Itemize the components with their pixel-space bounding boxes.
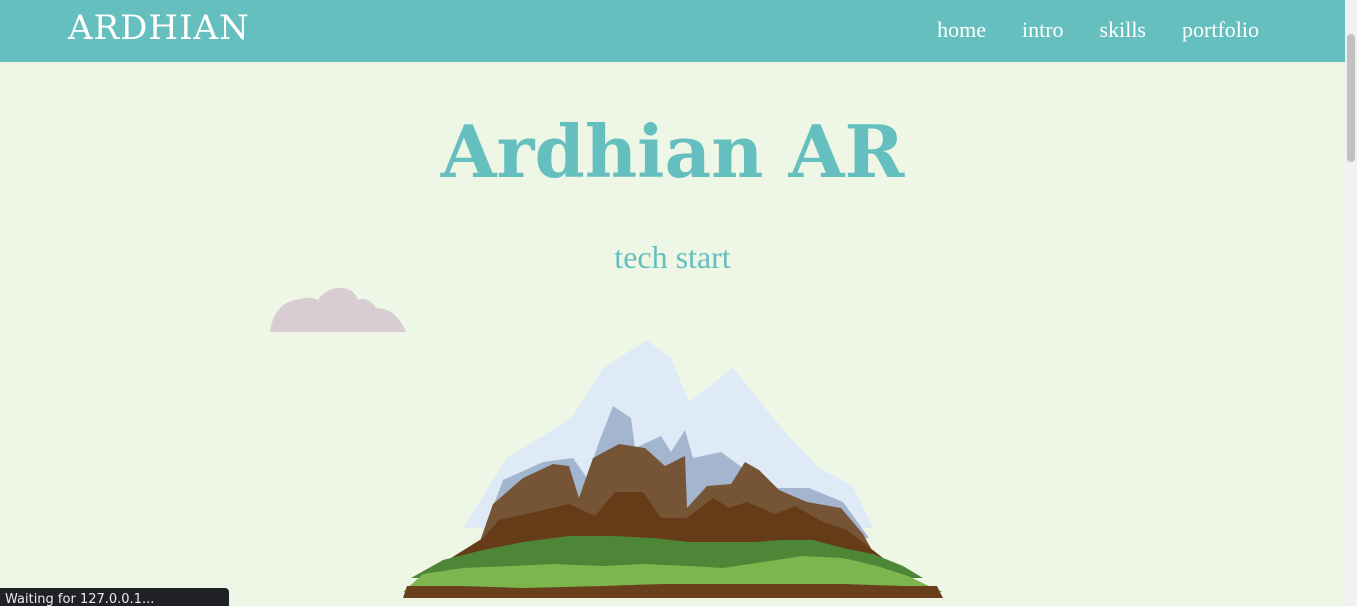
nav-link-portfolio[interactable]: portfolio — [1182, 14, 1259, 46]
nav-link-intro[interactable]: intro — [1022, 14, 1064, 46]
mountain-icon — [403, 340, 943, 598]
nav-link-home[interactable]: home — [937, 14, 986, 46]
vertical-scrollbar[interactable] — [1345, 0, 1357, 606]
hero-title: Ardhian AR — [440, 109, 905, 194]
brand-logo[interactable]: ARDHIAN — [68, 8, 250, 48]
top-navbar: ARDHIAN home intro skills portfolio — [0, 0, 1345, 62]
nav-links: home intro skills portfolio — [937, 14, 1259, 46]
page: ARDHIAN home intro skills portfolio Ardh… — [0, 0, 1357, 606]
browser-status-bar: Waiting for 127.0.0.1... — [0, 588, 229, 606]
cloud-icon — [270, 288, 406, 332]
nav-link-skills[interactable]: skills — [1100, 14, 1146, 46]
hero-subtitle: tech start — [614, 239, 731, 275]
scrollbar-thumb[interactable] — [1347, 34, 1355, 162]
